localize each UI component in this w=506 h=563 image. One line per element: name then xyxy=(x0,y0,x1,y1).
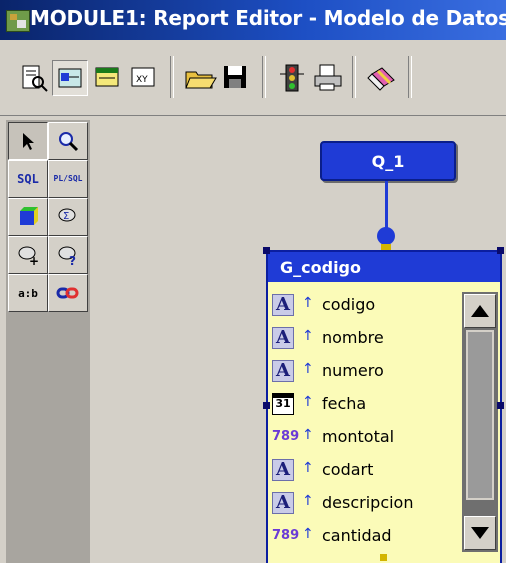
group-header[interactable]: G_codigo xyxy=(268,252,500,282)
window-title: MODULE1: Report Editor - Modelo de Datos xyxy=(30,6,506,30)
column-item[interactable]: A ↑ descripcion xyxy=(272,490,462,518)
svg-text:XY: XY xyxy=(136,75,148,85)
char-type-icon: A xyxy=(272,327,294,349)
tool-palette-panel: SQL PL/SQL Σ + ? a:b xyxy=(6,120,90,563)
number-type-icon: 789 xyxy=(272,528,300,543)
toolbar-separator xyxy=(408,56,412,98)
column-name: fecha xyxy=(322,394,367,413)
runtime-previewer-icon[interactable]: XY xyxy=(126,60,162,96)
column-name: codigo xyxy=(322,295,376,314)
date-type-icon: 31 xyxy=(272,393,294,415)
arrow-up-icon: ↑ xyxy=(302,427,314,443)
scroll-down-button[interactable] xyxy=(464,516,496,550)
column-name: codart xyxy=(322,460,374,479)
svg-text:Σ: Σ xyxy=(63,211,69,222)
report-builder-app-icon[interactable] xyxy=(6,10,30,32)
cross-product-label: a:b xyxy=(18,286,38,300)
tool-palette: SQL PL/SQL Σ + ? a:b xyxy=(0,116,104,563)
number-type-icon: 789 xyxy=(272,429,300,444)
char-type-icon: A xyxy=(272,459,294,481)
eraser-icon[interactable] xyxy=(364,60,400,96)
resize-handle[interactable] xyxy=(380,554,387,561)
svg-text:?: ? xyxy=(69,254,76,267)
column-item[interactable]: 789 ↑ montotal xyxy=(272,424,462,452)
layout-view-icon[interactable] xyxy=(90,60,126,96)
column-item[interactable]: A ↑ nombre xyxy=(272,325,462,353)
link-connector-icon[interactable] xyxy=(377,227,395,245)
arrow-up-icon: ↑ xyxy=(302,295,314,311)
char-type-icon: A xyxy=(272,294,294,316)
sql-query-icon[interactable]: SQL xyxy=(8,160,48,198)
print-icon[interactable] xyxy=(310,60,346,96)
toolbar-separator xyxy=(170,56,174,98)
data-model-view-icon[interactable] xyxy=(52,60,88,96)
column-name: cantidad xyxy=(322,526,392,545)
report-wizard-icon[interactable] xyxy=(16,60,52,96)
resize-handle[interactable] xyxy=(263,247,270,254)
column-item[interactable]: A ↑ numero xyxy=(272,358,462,386)
column-item[interactable]: A ↑ codigo xyxy=(272,292,462,320)
query-node[interactable]: Q_1 xyxy=(320,141,456,181)
query-group-link[interactable] xyxy=(385,181,388,231)
group-name: G_codigo xyxy=(280,258,361,277)
resize-handle[interactable] xyxy=(497,247,504,254)
svg-text:+: + xyxy=(29,254,39,267)
column-name: descripcion xyxy=(322,493,414,512)
arrow-up-icon: ↑ xyxy=(302,460,314,476)
column-name: nombre xyxy=(322,328,384,347)
magnify-icon[interactable] xyxy=(48,122,88,160)
toolbar: XY xyxy=(0,40,506,116)
resize-handle[interactable] xyxy=(263,402,270,409)
scroll-thumb[interactable] xyxy=(466,330,494,500)
run-traffic-light-icon[interactable] xyxy=(274,60,310,96)
open-folder-icon[interactable] xyxy=(182,60,218,96)
arrow-up-icon: ↑ xyxy=(302,361,314,377)
resize-handle[interactable] xyxy=(497,402,504,409)
title-bar: MODULE1: Report Editor - Modelo de Datos xyxy=(0,0,506,40)
toolbar-separator xyxy=(262,56,266,98)
arrow-up-icon: ↑ xyxy=(302,328,314,344)
select-arrow-icon[interactable] xyxy=(8,122,48,160)
column-name: numero xyxy=(322,361,384,380)
column-item[interactable]: A ↑ codart xyxy=(272,457,462,485)
summary-column-icon[interactable]: Σ xyxy=(48,198,88,236)
plsql-icon[interactable]: PL/SQL xyxy=(48,160,88,198)
column-item[interactable]: 789 ↑ cantidad xyxy=(272,523,462,551)
plsql-tool-label: PL/SQL xyxy=(53,174,83,183)
placeholder-column-icon[interactable]: ? xyxy=(48,236,88,274)
arrow-up-icon: ↑ xyxy=(302,493,314,509)
scroll-up-button[interactable] xyxy=(464,294,496,328)
cube-icon[interactable] xyxy=(8,198,48,236)
query-name: Q_1 xyxy=(371,152,405,171)
save-disk-icon[interactable] xyxy=(218,60,254,96)
formula-column-icon[interactable]: + xyxy=(8,236,48,274)
column-item[interactable]: 31 ↑ fecha xyxy=(272,391,462,419)
toolbar-separator xyxy=(352,56,356,98)
vertical-scrollbar[interactable] xyxy=(462,292,498,552)
cross-product-icon[interactable]: a:b xyxy=(8,274,48,312)
data-link-icon[interactable] xyxy=(48,274,88,312)
sql-tool-label: SQL xyxy=(17,172,39,186)
char-type-icon: A xyxy=(272,360,294,382)
column-name: montotal xyxy=(322,427,395,446)
arrow-up-icon: ↑ xyxy=(302,526,314,542)
char-type-icon: A xyxy=(272,492,294,514)
arrow-up-icon: ↑ xyxy=(302,394,314,410)
group-frame[interactable]: G_codigo A ↑ codigo A ↑ nombre A ↑ numer… xyxy=(263,247,504,563)
